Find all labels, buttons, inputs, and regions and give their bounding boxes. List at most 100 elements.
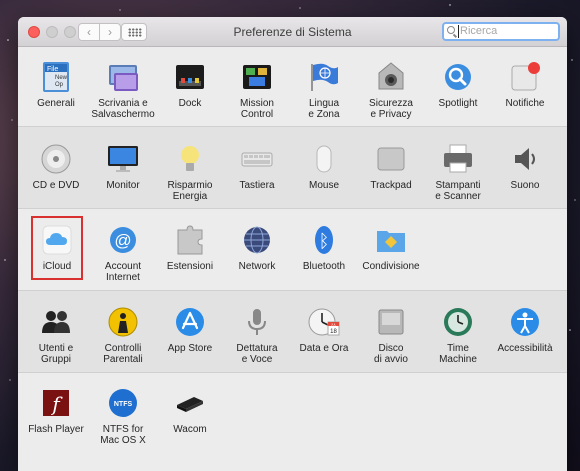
pane-label: Accessibilità [497, 343, 553, 354]
sound-icon [509, 143, 541, 175]
pane-mouse[interactable]: Mouse [289, 143, 359, 191]
pane-network[interactable]: Network [222, 224, 292, 272]
pane-label: Monitor [106, 180, 140, 191]
pane-monitor[interactable]: Monitor [88, 143, 158, 191]
pane-label: Controlli Parentali [103, 343, 143, 365]
search-icon [447, 26, 455, 34]
pane-label: Estensioni [166, 261, 214, 272]
calendar-day-text: 18 [330, 329, 337, 335]
time-machine-icon [442, 306, 474, 338]
trackpad-icon [375, 143, 407, 175]
pane-estensioni[interactable]: Estensioni [155, 224, 225, 272]
network-icon [241, 224, 273, 256]
pane-label: Stampanti e Scanner [435, 180, 481, 202]
monitor-icon [107, 143, 139, 175]
pane-label: Trackpad [370, 180, 412, 191]
pane-label: Dettatura e Voce [236, 343, 278, 365]
pane-label: Dock [178, 98, 202, 109]
pane-data-ora[interactable]: JUL 18 Data e Ora [289, 306, 359, 354]
pane-trackpad[interactable]: Trackpad [356, 143, 426, 191]
notifications-icon [509, 61, 541, 93]
flash-player-icon: f [40, 387, 72, 419]
pane-mission-control[interactable]: Mission Control [222, 61, 292, 120]
keyboard-icon [241, 143, 273, 175]
bluetooth-glyph-text: ᛒ [319, 231, 330, 252]
pane-label: Time Machine [439, 343, 477, 365]
mouse-icon [308, 143, 340, 175]
search-input[interactable]: Ricerca [442, 22, 560, 41]
pane-flash-player[interactable]: f Flash Player [21, 387, 91, 435]
pane-dettatura[interactable]: Dettatura e Voce [222, 306, 292, 365]
startup-disk-icon [375, 306, 407, 338]
extensions-icon [174, 224, 206, 256]
ntfs-icon: NTFS [107, 387, 139, 419]
pane-stampanti[interactable]: Stampanti e Scanner [423, 143, 493, 202]
pane-label: Generali [37, 98, 75, 109]
pane-label: Wacom [173, 424, 207, 435]
general-icon: File New Op [40, 61, 72, 93]
pane-generali[interactable]: File New Op Generali [21, 61, 91, 109]
energy-saver-icon [174, 143, 206, 175]
icloud-icon [41, 224, 73, 256]
general-new-text: New [55, 75, 68, 81]
pane-controlli[interactable]: Controlli Parentali [88, 306, 158, 365]
desktop-screensaver-icon [107, 61, 139, 93]
title-bar: ‹ › Preferenze di Sistema Ricerca [18, 17, 567, 47]
pane-app-store[interactable]: App Store [155, 306, 225, 354]
printer-icon [442, 143, 474, 175]
pane-label: Suono [510, 180, 540, 191]
system-preferences-window: ‹ › Preferenze di Sistema Ricerca File N… [18, 17, 567, 471]
general-file-text: File [47, 66, 58, 73]
wacom-icon [174, 387, 206, 419]
date-time-icon: JUL 18 [308, 306, 340, 338]
pane-risparmio[interactable]: Risparmio Energia [155, 143, 225, 202]
pane-label: Notifiche [505, 98, 545, 109]
pane-condivisione[interactable]: Condivisione [356, 224, 426, 272]
pane-label: Spotlight [438, 98, 478, 109]
pane-scrivania[interactable]: Scrivania e Salvaschermo [88, 61, 158, 120]
pane-accessibilita[interactable]: Accessibilità [490, 306, 560, 354]
pane-time-machine[interactable]: Time Machine [423, 306, 493, 365]
calendar-month-text: JUL [331, 323, 337, 327]
pane-tastiera[interactable]: Tastiera [222, 143, 292, 191]
pane-spotlight[interactable]: Spotlight [423, 61, 493, 109]
pane-label: Network [238, 261, 276, 272]
pane-sicurezza[interactable]: Sicurezza e Privacy [356, 61, 426, 120]
search-placeholder: Ricerca [460, 25, 498, 37]
pane-label: Mission Control [240, 98, 274, 120]
pane-notifiche[interactable]: Notifiche [490, 61, 560, 109]
security-privacy-icon [375, 61, 407, 93]
parental-controls-icon [107, 306, 139, 338]
pane-label: Data e Ora [299, 343, 349, 354]
pane-utenti[interactable]: Utenti e Gruppi [21, 306, 91, 365]
pane-dock[interactable]: Dock [155, 61, 225, 109]
pane-label: Tastiera [239, 180, 275, 191]
app-store-icon [174, 306, 206, 338]
pane-disco[interactable]: Disco di avvio [356, 306, 426, 365]
pane-label: Disco di avvio [374, 343, 408, 365]
pane-lingua[interactable]: Lingua e Zona [289, 61, 359, 120]
general-op-text: Op [55, 82, 64, 88]
pane-suono[interactable]: Suono [490, 143, 560, 191]
mission-control-icon [241, 61, 273, 93]
pane-label: Account Internet [104, 261, 142, 283]
pane-label: Scrivania e Salvaschermo [91, 98, 155, 120]
bluetooth-icon: ᛒ [308, 224, 340, 256]
pane-label: Lingua e Zona [308, 98, 340, 120]
pane-label: Flash Player [28, 424, 84, 435]
pane-cd-dvd[interactable]: CD e DVD [21, 143, 91, 191]
sharing-icon [375, 224, 407, 256]
pane-wacom[interactable]: Wacom [155, 387, 225, 435]
internet-accounts-icon: @ [107, 224, 139, 256]
text-caret [458, 25, 459, 38]
dock-icon [174, 61, 206, 93]
pane-account-internet[interactable]: @ Account Internet [88, 224, 158, 283]
language-region-icon [308, 61, 340, 93]
pane-label: CD e DVD [32, 180, 80, 191]
pane-icloud[interactable]: iCloud [22, 224, 92, 272]
pane-bluetooth[interactable]: ᛒ Bluetooth [289, 224, 359, 272]
at-sign-text: @ [114, 231, 131, 250]
users-groups-icon [40, 306, 72, 338]
pane-ntfs[interactable]: NTFS NTFS for Mac OS X [88, 387, 158, 446]
pane-label: Mouse [308, 180, 339, 191]
